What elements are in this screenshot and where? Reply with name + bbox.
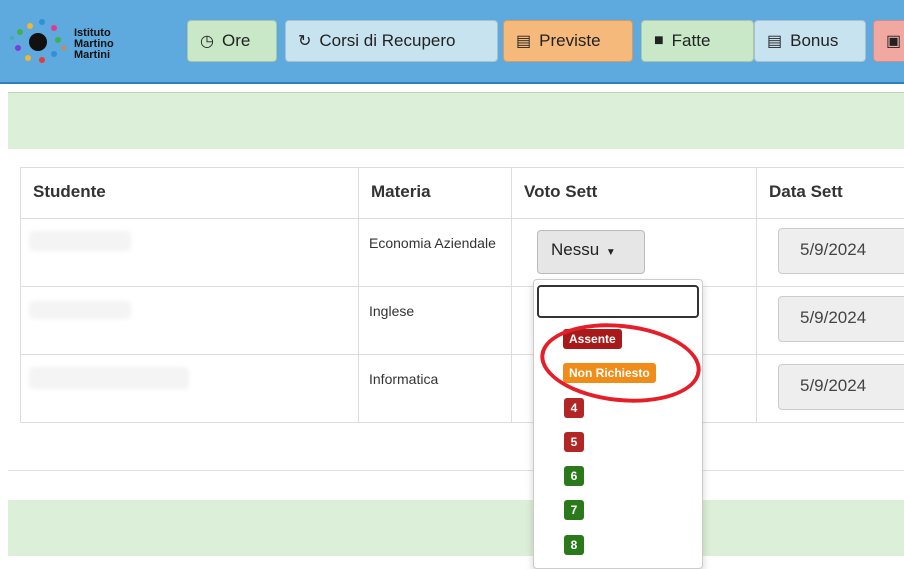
logo-text: Istituto Martino Martini: [74, 28, 114, 61]
student-name-redacted: [21, 287, 358, 354]
bonus-button[interactable]: ▤ Bonus: [754, 20, 866, 62]
image-button[interactable]: ▣: [873, 20, 904, 62]
fatte-button[interactable]: ■ Fatte: [641, 20, 754, 62]
voto-select-button[interactable]: Nessu ▼: [537, 230, 645, 274]
ore-button[interactable]: ◷ Ore: [187, 20, 277, 62]
option-6[interactable]: 6: [564, 466, 584, 486]
redaction: [29, 231, 131, 251]
bonus-label: Bonus: [790, 31, 839, 50]
materia-cell: Inglese: [358, 287, 511, 354]
redaction: [29, 301, 131, 319]
image-icon: ▣: [886, 33, 902, 50]
option-4[interactable]: 4: [564, 398, 584, 418]
option-5[interactable]: 5: [564, 432, 584, 452]
option-8[interactable]: 8: [564, 535, 584, 555]
header-data-sett: Data Sett: [756, 168, 904, 218]
info-panel: [8, 92, 904, 149]
corsi-label: Corsi di Recupero: [319, 31, 456, 50]
previste-label: Previste: [539, 31, 601, 50]
header-studente: Studente: [33, 182, 106, 201]
table-row: Informatica: [21, 355, 904, 423]
voto-dropdown-menu: [533, 279, 703, 569]
table-header-row: Studente Materia Voto Sett Data Sett: [21, 168, 904, 219]
ore-label: Ore: [221, 31, 251, 50]
data-sett-input[interactable]: 5/9/2024: [778, 364, 904, 410]
student-name-redacted: [21, 355, 358, 423]
list-icon: ▤: [767, 33, 783, 50]
divider: [8, 470, 904, 471]
data-sett-input[interactable]: 5/9/2024: [778, 296, 904, 342]
fatte-label: Fatte: [671, 31, 711, 50]
header-voto-sett: Voto Sett: [511, 168, 756, 218]
option-7[interactable]: 7: [564, 500, 584, 520]
students-table: Studente Materia Voto Sett Data Sett Eco…: [20, 167, 904, 423]
previste-button[interactable]: ▤ Previste: [503, 20, 633, 62]
student-name-redacted: [21, 219, 358, 286]
table-row: Economia Aziendale: [21, 219, 904, 287]
voto-select-value: Nessu: [551, 240, 600, 259]
footer-panel: [8, 500, 904, 556]
header-materia: Materia: [358, 168, 511, 218]
logo-line-3: Martini: [74, 49, 111, 61]
corsi-di-recupero-button[interactable]: ↻ Corsi di Recupero: [285, 20, 498, 62]
materia-cell: Economia Aziendale: [358, 219, 511, 286]
logo-dots-icon: [10, 19, 66, 63]
caret-down-icon: ▼: [605, 247, 616, 258]
dropdown-search-input[interactable]: [537, 285, 699, 318]
folder-icon: ■: [654, 32, 664, 49]
redaction: [29, 367, 189, 389]
list-icon: ▤: [516, 33, 532, 50]
clock-icon: ◷: [200, 33, 214, 50]
table-row: Inglese: [21, 287, 904, 355]
materia-cell: Informatica: [358, 355, 511, 423]
logo[interactable]: Istituto Martino Martini: [8, 14, 158, 72]
refresh-icon: ↻: [298, 33, 312, 50]
navbar: Istituto Martino Martini ◷ Ore ↻ Corsi d…: [0, 0, 904, 84]
data-sett-input[interactable]: 5/9/2024: [778, 228, 904, 274]
